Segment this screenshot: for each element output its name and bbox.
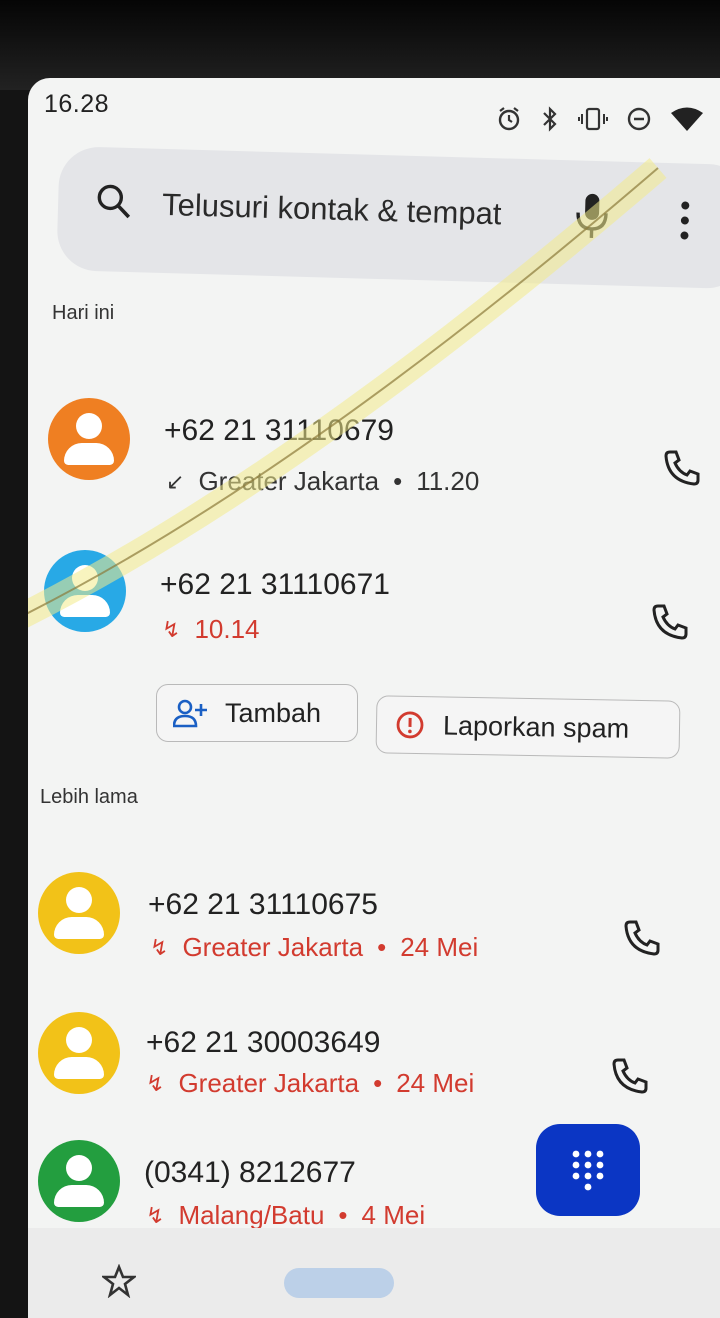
avatar bbox=[38, 872, 120, 954]
phone-screen: 16.28 Telusuri kontak & tempat Hari ini … bbox=[28, 78, 720, 1318]
missed-call-icon: ↯ bbox=[146, 1070, 165, 1096]
call-log-item[interactable]: +62 21 31110679 ↙ Greater Jakarta • 11.2… bbox=[28, 398, 720, 508]
vibrate-icon bbox=[578, 107, 608, 131]
report-spam-label: Laporkan spam bbox=[442, 710, 630, 744]
missed-call-icon: ↯ bbox=[146, 1202, 165, 1228]
avatar bbox=[48, 398, 130, 480]
incoming-call-icon: ↙ bbox=[166, 468, 185, 494]
caller-number: +62 21 31110675 bbox=[148, 888, 378, 921]
call-log-item[interactable]: +62 21 31110671 ↯ 10.14 bbox=[28, 550, 720, 660]
call-time: 10.14 bbox=[194, 614, 260, 644]
call-icon[interactable] bbox=[662, 448, 702, 488]
add-person-icon bbox=[173, 699, 207, 728]
call-location: Greater Jakarta bbox=[178, 1068, 360, 1098]
caller-number: +62 21 31110671 bbox=[160, 568, 390, 601]
status-bar: 16.28 bbox=[28, 78, 720, 138]
microphone-icon[interactable] bbox=[573, 190, 610, 241]
avatar bbox=[38, 1012, 120, 1094]
call-time: 24 Mei bbox=[400, 932, 479, 962]
call-log-item[interactable]: +62 21 30003649 ↯ Greater Jakarta • 24 M… bbox=[28, 1012, 720, 1122]
caller-number: +62 21 30003649 bbox=[146, 1026, 381, 1059]
status-time: 16.28 bbox=[44, 90, 110, 118]
call-details: ↯ Malang/Batu • 4 Mei bbox=[146, 1200, 425, 1231]
add-contact-button[interactable]: Tambah bbox=[156, 684, 358, 742]
avatar bbox=[44, 550, 126, 632]
call-time: 4 Mei bbox=[361, 1200, 426, 1230]
wifi-icon bbox=[671, 107, 703, 131]
dialpad-icon bbox=[572, 1150, 604, 1191]
section-today: Hari ini bbox=[52, 302, 115, 324]
call-icon[interactable] bbox=[622, 918, 662, 958]
status-icons bbox=[496, 106, 720, 132]
call-log-item[interactable]: +62 21 31110675 ↯ Greater Jakarta • 24 M… bbox=[28, 872, 720, 982]
call-details: ↯ Greater Jakarta • 24 Mei bbox=[146, 1068, 474, 1099]
more-options-icon[interactable] bbox=[677, 199, 692, 241]
favorites-star-icon[interactable] bbox=[102, 1264, 136, 1298]
search-input[interactable]: Telusuri kontak & tempat bbox=[162, 187, 502, 232]
do-not-disturb-icon bbox=[627, 107, 651, 131]
section-older: Lebih lama bbox=[40, 786, 138, 808]
dialpad-button[interactable] bbox=[536, 1124, 640, 1216]
bottom-navigation bbox=[28, 1228, 720, 1318]
report-spam-button[interactable]: Laporkan spam bbox=[375, 695, 681, 759]
alarm-icon bbox=[498, 107, 520, 131]
call-location: Greater Jakarta bbox=[198, 466, 380, 496]
bluetooth-icon bbox=[543, 106, 557, 132]
call-time: 24 Mei bbox=[396, 1068, 475, 1098]
search-icon bbox=[97, 184, 131, 219]
add-contact-label: Tambah bbox=[225, 697, 322, 728]
missed-call-icon: ↯ bbox=[150, 934, 169, 960]
separator: • bbox=[377, 932, 387, 962]
call-details: ↯ Greater Jakarta • 24 Mei bbox=[150, 932, 478, 963]
call-details: ↯ 10.14 bbox=[162, 614, 260, 645]
search-bar[interactable]: Telusuri kontak & tempat bbox=[56, 146, 720, 290]
recents-tab-indicator[interactable] bbox=[284, 1268, 394, 1298]
separator: • bbox=[393, 466, 403, 496]
device-bezel bbox=[0, 0, 720, 90]
caller-number: +62 21 31110679 bbox=[164, 414, 394, 447]
call-icon[interactable] bbox=[610, 1056, 650, 1096]
separator: • bbox=[373, 1068, 383, 1098]
avatar bbox=[38, 1140, 120, 1222]
missed-call-icon: ↯ bbox=[162, 616, 181, 642]
caller-number: (0341) 8212677 bbox=[144, 1156, 356, 1189]
call-icon[interactable] bbox=[650, 602, 690, 642]
call-time: 11.20 bbox=[416, 466, 480, 496]
separator: • bbox=[338, 1200, 348, 1230]
warning-icon bbox=[396, 711, 424, 739]
call-details: ↙ Greater Jakarta • 11.20 bbox=[166, 466, 479, 497]
call-location: Greater Jakarta bbox=[182, 932, 364, 962]
call-location: Malang/Batu bbox=[178, 1200, 325, 1230]
